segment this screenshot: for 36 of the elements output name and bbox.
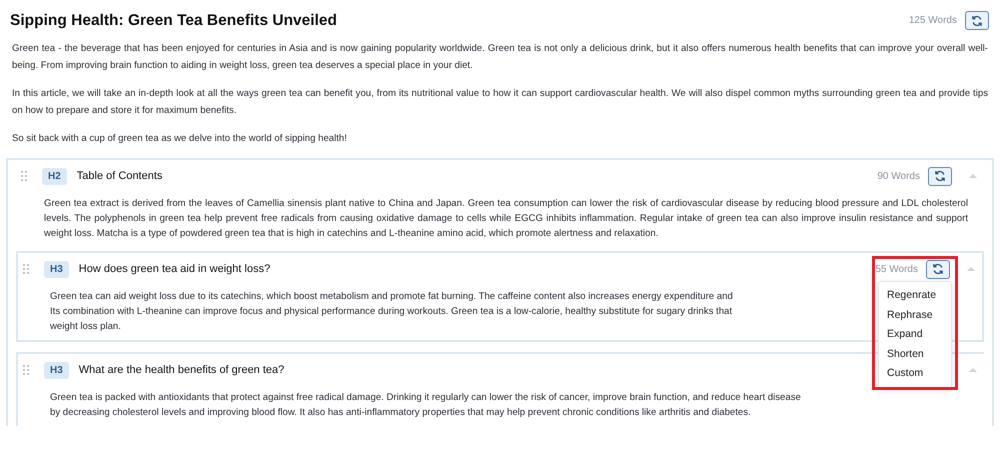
menu-item[interactable]: Shorten <box>879 344 951 364</box>
regenerate-button[interactable] <box>965 11 989 30</box>
article-title: Sipping Health: Green Tea Benefits Unveiled <box>10 12 338 30</box>
heading-level-tag: H2 <box>42 168 67 184</box>
text-line: Green tea is packed with antioxidants that protect against free radical damage. Drinking it regularly can lower the risk of cancer, improve brain function, and reduce heart disease <box>50 391 801 405</box>
menu-item[interactable]: Regenrate <box>879 286 951 306</box>
refresh-icon <box>971 14 983 26</box>
heading-level-tag: H3 <box>44 260 69 278</box>
paragraph: So sit back with a cup of green tea as we delve into the world of sipping health! <box>12 132 348 146</box>
menu-item[interactable]: Expand <box>879 325 951 344</box>
regenerate-button[interactable] <box>928 166 952 186</box>
collapse-icon[interactable] <box>966 265 976 273</box>
paragraph: In this article, we will take an in-depth look at all the ways green tea can benefit you, from its nutritional value to how it can support cardiovascular health. We will also dispel common myths surrounding green tea and provide tips on how to prepare and store it for maximum benefits. <box>12 87 988 118</box>
text-line: weight loss plan. <box>50 320 121 334</box>
section-heading: How does green tea aid in weight loss? <box>78 263 270 275</box>
regenerate-button[interactable] <box>926 260 950 278</box>
drag-handle-icon[interactable] <box>20 170 28 182</box>
section-heading: Table of Contents <box>76 170 162 182</box>
text-line: by decreasing cholesterol levels and improving blood flow. It also has anti-inflammatory properties that may help prevent chronic conditions like arthritis and diabetes. <box>50 406 751 420</box>
heading-level-tag: H3 <box>44 362 69 378</box>
word-count: 90 Words <box>877 170 920 182</box>
drag-handle-icon[interactable] <box>22 263 30 275</box>
paragraph: Green tea - the beverage that has been enjoyed for centuries in Asia and is now gaining popularity worldwide. Green tea is not only a delicious drink, but it also offers numerous health benefits that can improve your overall well-being. From improving brain function to aiding in weight loss, green tea deserves a special place in your diet. <box>12 42 988 73</box>
collapse-icon[interactable] <box>968 366 978 374</box>
word-count: 55 Words <box>875 264 918 274</box>
menu-item[interactable]: Rephrase <box>879 306 951 325</box>
refresh-icon <box>934 170 946 182</box>
section-heading: What are the health benefits of green tea? <box>78 364 284 376</box>
text-line: Green tea can aid weight loss due to its catechins, which boost metabolism and promote fat burning. The caffeine content also increases energy expenditure and <box>50 290 733 304</box>
word-count: 125 Words <box>908 15 957 26</box>
text-line: Its combination with L-theanine can improve focus and physical performance during workouts. Green tea is a low-calorie, healthy substitute for sugary drinks that <box>50 305 732 319</box>
paragraph: Green tea extract is derived from the leaves of Camellia sinensis plant native to China and Japan. Green tea consumption can lower the risk of cardiovascular disease by reducing blood pressure and LDL cholesterol levels. The polyphenols in green tea help prevent free radicals from causing oxidative damage to cells while EGCG inhibits inflammation. Regular intake of green tea can also improve insulin resistance and support weight loss. Matcha is a type of powdered green tea that is high in catechins and L-theanine amino acid, which promote alertness and relaxation. <box>44 197 968 241</box>
collapse-icon[interactable] <box>968 172 978 180</box>
drag-handle-icon[interactable] <box>22 364 30 376</box>
menu-item[interactable]: Custom <box>879 364 951 384</box>
refresh-icon <box>932 263 944 275</box>
